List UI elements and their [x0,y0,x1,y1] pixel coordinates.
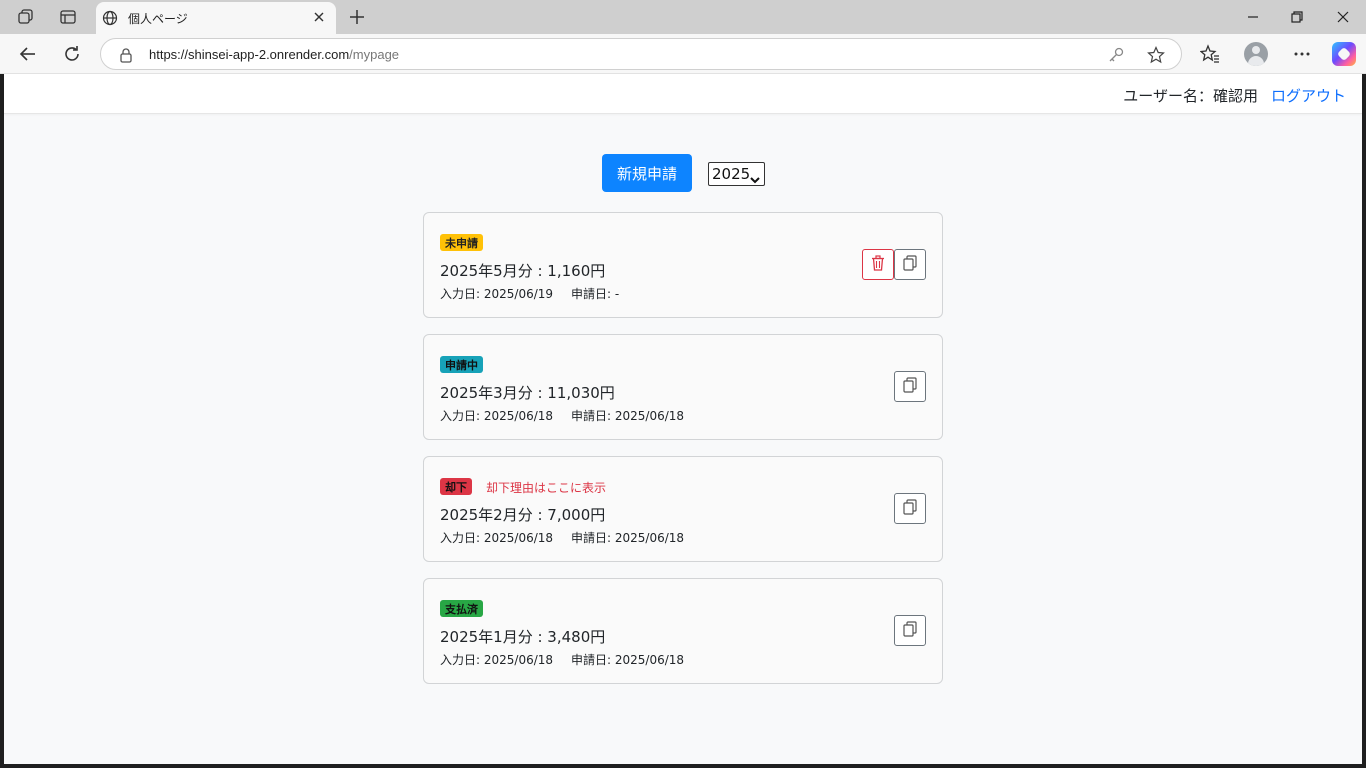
status-badge: 却下 [440,478,472,495]
apply-date: 申請日: - [571,287,620,301]
input-date: 入力日: 2025/06/18 [440,653,554,667]
browser-tab[interactable]: 個人ページ [96,2,336,34]
application-card: 申請中 2025年3月分 : 11,030円 入力日: 2025/06/18 申請… [423,334,943,440]
copilot-icon[interactable] [1332,42,1356,66]
copy-button[interactable] [894,615,926,646]
apply-date: 申請日: 2025/06/18 [571,409,685,423]
application-amount: 2025年1月分 : 3,480円 [440,628,606,646]
browser-tab-bar: 個人ページ [0,0,1366,34]
copy-icon [903,376,917,397]
year-select[interactable]: 2025 [708,162,765,186]
favorite-star-icon[interactable] [1147,46,1165,64]
url-path: /mypage [349,47,400,62]
apply-date: 申請日: 2025/06/18 [571,531,685,545]
restore-icon[interactable] [1282,4,1312,30]
new-application-button[interactable]: 新規申請 [602,154,692,192]
logout-link[interactable]: ログアウト [1271,85,1346,106]
reload-icon[interactable] [60,42,84,66]
application-card: 支払済 2025年1月分 : 3,480円 入力日: 2025/06/18 申請日… [423,578,943,684]
copy-button[interactable] [894,493,926,524]
application-dates: 入力日: 2025/06/19 申請日: - [440,285,619,302]
input-date: 入力日: 2025/06/19 [440,287,554,301]
input-date: 入力日: 2025/06/18 [440,409,554,423]
application-card: 却下 却下理由はここに表示 2025年2月分 : 7,000円 入力日: 202… [423,456,943,562]
application-amount: 2025年3月分 : 11,030円 [440,384,615,402]
status-badge: 申請中 [440,356,483,373]
copy-icon [903,254,917,275]
trash-icon [871,254,885,275]
password-key-icon[interactable] [1107,46,1125,64]
workspaces-icon[interactable] [15,6,37,28]
apply-date: 申請日: 2025/06/18 [571,653,685,667]
application-card: 未申請 2025年5月分 : 1,160円 入力日: 2025/06/19 申請日… [423,212,943,318]
rejection-reason: 却下理由はここに表示 [486,481,607,495]
status-badge: 未申請 [440,234,483,251]
page-viewport: ユーザー名：確認用 ログアウト 新規申請 2025 未申請 2025年5月分 :… [4,74,1362,764]
delete-button[interactable] [862,249,894,280]
page-header: ユーザー名：確認用 ログアウト [4,74,1362,114]
url-text: https://shinsei-app-2.onrender.com/mypag… [149,47,399,62]
chevron-down-icon [750,170,760,188]
copy-icon [903,498,917,519]
copy-icon [903,620,917,641]
url-host: https://shinsei-app-2.onrender.com [149,47,350,62]
window-bottom-border [0,764,1366,768]
copy-button[interactable] [894,371,926,402]
input-date: 入力日: 2025/06/18 [440,531,554,545]
application-dates: 入力日: 2025/06/18 申請日: 2025/06/18 [440,407,684,424]
globe-icon [102,10,118,30]
browser-toolbar: https://shinsei-app-2.onrender.com/mypag… [0,34,1366,74]
tab-actions-icon[interactable] [57,6,79,28]
application-dates: 入力日: 2025/06/18 申請日: 2025/06/18 [440,529,684,546]
user-name-label: ユーザー名：確認用 [1123,87,1258,105]
application-amount: 2025年2月分 : 7,000円 [440,506,606,524]
status-badge: 支払済 [440,600,483,617]
copy-button[interactable] [894,249,926,280]
year-select-value: 2025 [712,165,751,183]
favorites-icon[interactable] [1198,42,1222,66]
more-options-icon[interactable] [1290,42,1314,66]
application-amount: 2025年5月分 : 1,160円 [440,262,606,280]
profile-avatar[interactable] [1244,42,1268,66]
site-info-icon[interactable] [119,47,133,67]
close-tab-icon[interactable] [310,8,328,26]
tab-title: 個人ページ [128,12,188,26]
address-bar[interactable]: https://shinsei-app-2.onrender.com/mypag… [100,38,1182,70]
new-tab-icon[interactable] [346,6,368,28]
back-arrow-icon[interactable] [16,42,40,66]
application-dates: 入力日: 2025/06/18 申請日: 2025/06/18 [440,651,684,668]
minimize-icon[interactable] [1238,4,1268,30]
close-window-icon[interactable] [1328,4,1358,30]
